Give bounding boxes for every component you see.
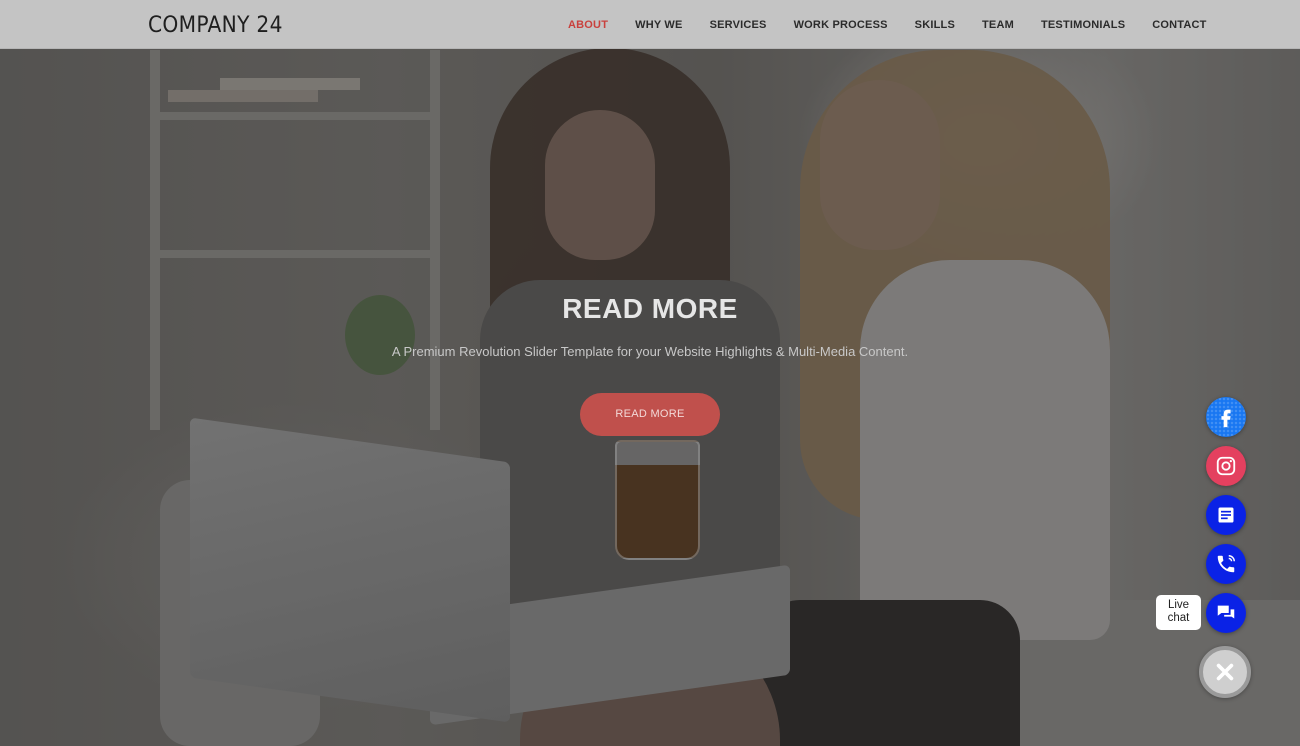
nav-item-skills[interactable]: SKILLS	[915, 19, 955, 31]
facebook-icon	[1221, 409, 1231, 428]
nav-item-why-we[interactable]: WHY WE	[635, 19, 682, 31]
top-navbar: COMPANY 24 ABOUT WHY WE SERVICES WORK PR…	[0, 0, 1300, 49]
nav-item-testimonials[interactable]: TESTIMONIALS	[1041, 19, 1125, 31]
form-icon	[1218, 507, 1234, 523]
phone-icon	[1217, 555, 1235, 573]
hero-subtitle: A Premium Revolution Slider Template for…	[391, 344, 909, 359]
live-chat-button[interactable]	[1206, 593, 1246, 633]
close-widget-button[interactable]	[1199, 646, 1251, 698]
live-chat-label-line1: Live	[1167, 599, 1190, 611]
call-button[interactable]	[1206, 544, 1246, 584]
live-chat-tooltip: Live chat	[1156, 595, 1201, 630]
main-nav: ABOUT WHY WE SERVICES WORK PROCESS SKILL…	[568, 19, 1234, 31]
instagram-button[interactable]	[1206, 446, 1246, 486]
close-icon	[1216, 663, 1234, 681]
chat-icon	[1217, 605, 1235, 619]
hero-background	[0, 0, 1300, 746]
nav-item-work-process[interactable]: WORK PROCESS	[794, 19, 888, 31]
read-more-button[interactable]: READ MORE	[580, 393, 720, 436]
nav-item-contact[interactable]: CONTACT	[1152, 19, 1206, 31]
nav-item-about[interactable]: ABOUT	[568, 19, 608, 31]
hero-overlay	[0, 0, 1300, 746]
hero-title: READ MORE	[562, 293, 738, 324]
nav-item-services[interactable]: SERVICES	[710, 19, 767, 31]
facebook-button[interactable]	[1206, 397, 1246, 437]
live-chat-label-line2: chat	[1167, 612, 1190, 624]
contact-form-button[interactable]	[1206, 495, 1246, 535]
company-logo[interactable]: COMPANY 24	[148, 13, 283, 38]
nav-item-team[interactable]: TEAM	[982, 19, 1014, 31]
instagram-icon	[1216, 456, 1236, 476]
